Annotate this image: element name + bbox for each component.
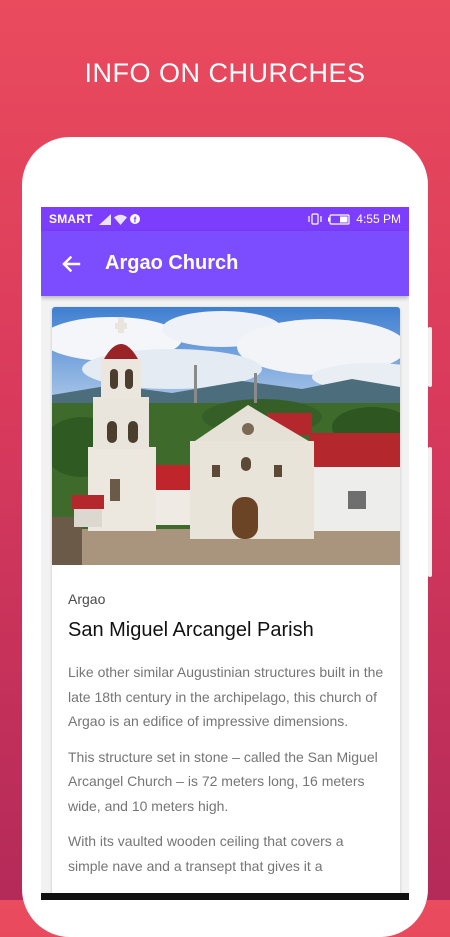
promo-title: INFO ON CHURCHES [84,58,366,88]
status-bar: SMART f 4:55 PM [41,207,409,231]
svg-text:f: f [133,216,136,225]
church-photo [52,307,400,565]
church-location: Argao [68,591,106,607]
phone-screen: SMART f 4:55 PM Argao Church Argao San M… [41,207,409,900]
back-arrow-icon [62,255,81,272]
phone-side-button [428,327,432,387]
battery-icon [328,213,350,225]
description-paragraph: With its vaulted wooden ceiling that cov… [68,833,344,874]
app-bar-title: Argao Church [105,252,239,274]
parish-title: San Miguel Arcangel Parish [68,619,314,641]
wifi-icon [113,214,127,225]
facebook-icon: f [129,214,140,225]
description-paragraph: This structure set in stone – called the… [68,748,378,814]
app-bar: Argao Church [41,231,409,296]
signal-icon [98,213,111,225]
vibrate-icon [308,213,322,225]
church-card: Argao San Miguel Arcangel Parish Like ot… [52,307,400,900]
status-time: 4:55 PM [356,212,401,226]
phone-side-button [428,447,432,577]
navigation-bar-strip [41,893,409,900]
description-paragraph: Like other similar Augustinian structure… [68,664,384,729]
carrier-name: SMART [49,212,93,226]
back-button[interactable] [43,236,99,292]
